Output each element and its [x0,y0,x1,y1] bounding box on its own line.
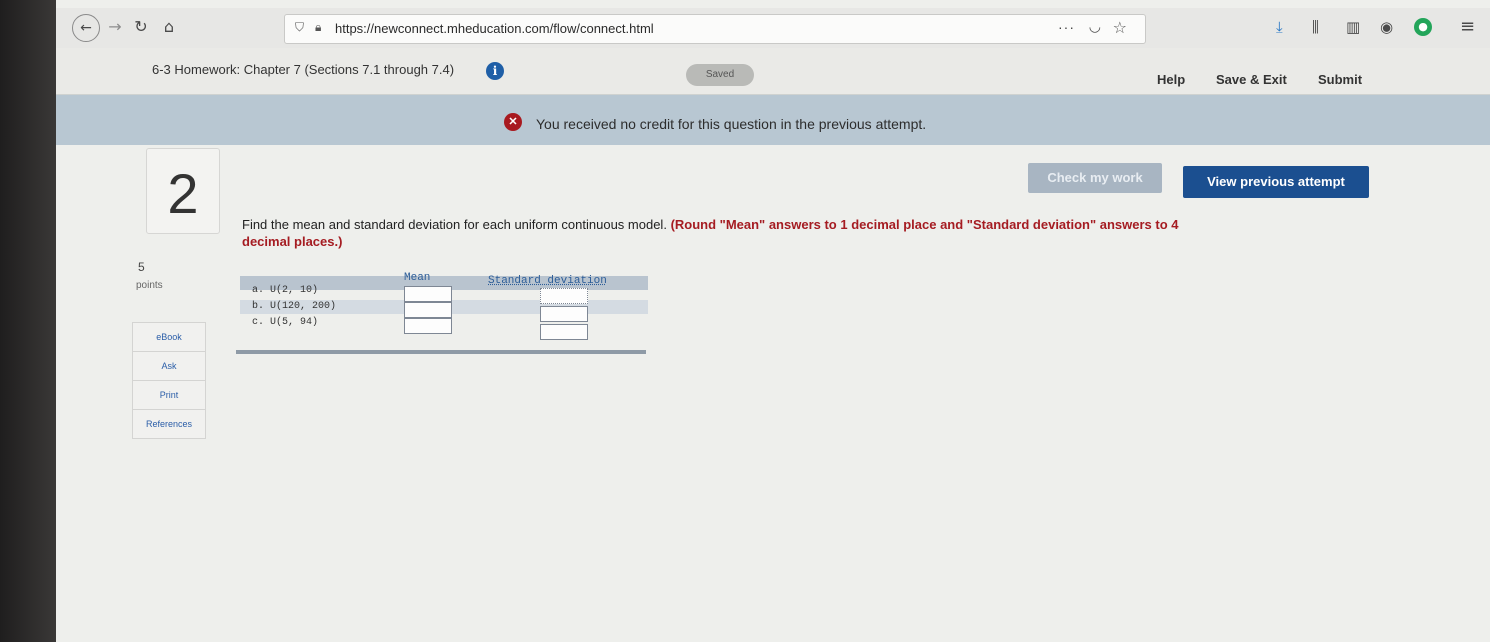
answer-table: Mean Standard deviation a. U(2, 10) b. U… [236,266,648,358]
extension-icon[interactable]: ● [1414,18,1432,36]
url-text[interactable]: https://newconnect.mheducation.com/flow/… [335,21,654,36]
lock-icon[interactable]: 🔒︎ [315,20,321,35]
address-bar[interactable]: ⛉ 🔒︎ https://newconnect.mheducation.com/… [284,14,1146,44]
help-link[interactable]: Help [1157,72,1185,87]
save-exit-link[interactable]: Save & Exit [1216,72,1287,87]
sidebar-icon[interactable]: ▥ [1346,18,1360,36]
pocket-icon[interactable]: ◡ [1089,19,1101,35]
assignment-title: 6-3 Homework: Chapter 7 (Sections 7.1 th… [152,62,455,77]
row-label: a. U(2, 10) [252,285,319,296]
screen: ← → ↻ ⌂ ⛉ 🔒︎ https://newconnect.mheducat… [0,0,1490,642]
references-link[interactable]: References [132,410,206,439]
check-my-work-button[interactable]: Check my work [1028,163,1162,193]
sd-input-a[interactable] [540,288,588,304]
submit-link[interactable]: Submit [1318,72,1362,87]
saved-status-badge: Saved [686,64,754,86]
reload-icon[interactable]: ↻ [128,14,154,40]
table-footer-bar [236,350,646,354]
question-number: 2 [167,162,199,225]
ask-link[interactable]: Ask [132,352,206,381]
account-icon[interactable]: ◉ [1380,18,1393,36]
sd-input-b[interactable] [540,306,588,322]
row-label: b. U(120, 200) [252,301,337,312]
print-link[interactable]: Print [132,381,206,410]
column-header-mean: Mean [404,272,431,284]
banner-message: You received no credit for this question… [536,116,927,132]
mean-input-a[interactable] [404,286,452,302]
bookmark-star-icon[interactable]: ☆ [1113,18,1127,37]
prompt-text: Find the mean and standard deviation for… [242,217,667,232]
shield-icon[interactable]: ⛉ [295,20,304,35]
view-previous-attempt-button[interactable]: View previous attempt [1183,166,1369,198]
error-x-icon: ✕ [504,113,522,131]
mean-input-c[interactable] [404,318,452,334]
points-label: points [136,280,163,291]
app-header: 6-3 Homework: Chapter 7 (Sections 7.1 th… [56,48,1490,95]
back-arrow-icon[interactable]: ← [72,14,100,42]
question-number-box: 2 [146,148,220,234]
browser-toolbar: ← → ↻ ⌂ ⛉ 🔒︎ https://newconnect.mheducat… [56,8,1490,49]
forward-arrow-icon[interactable]: → [102,14,128,40]
notice-banner: ✕ You received no credit for this questi… [56,95,1490,145]
download-icon[interactable]: ⤓ [1276,18,1283,36]
question-prompt: Find the mean and standard deviation for… [242,216,1182,250]
page-actions-icon[interactable]: ··· [1058,19,1075,35]
device-bezel-left [0,0,56,642]
home-icon[interactable]: ⌂ [156,14,182,40]
row-label: c. U(5, 94) [252,317,319,328]
points-value: 5 [138,260,145,274]
sd-input-c[interactable] [540,324,588,340]
mean-input-b[interactable] [404,302,452,318]
side-links: eBook Ask Print References [132,322,206,439]
ebook-link[interactable]: eBook [132,322,206,352]
library-icon[interactable]: ⫼ [1312,18,1319,36]
info-icon[interactable]: i [486,62,504,80]
hamburger-menu-icon[interactable]: ≡ [1460,16,1475,37]
